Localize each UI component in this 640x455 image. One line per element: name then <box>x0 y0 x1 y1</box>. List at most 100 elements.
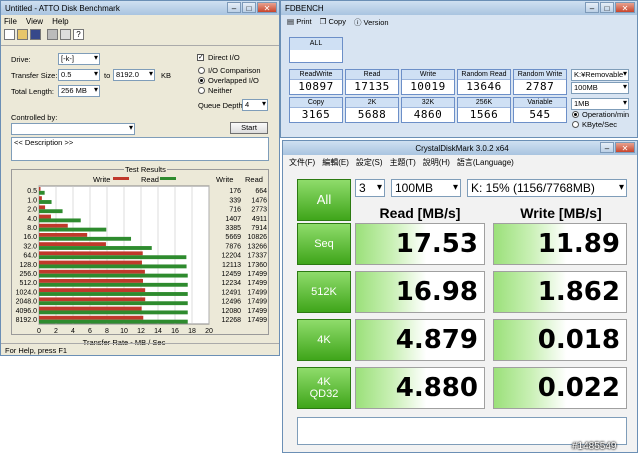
write-bar <box>39 288 146 293</box>
read-bar <box>39 264 187 269</box>
io-comparison-radio[interactable] <box>198 67 205 74</box>
maximize-icon[interactable]: □ <box>600 2 614 13</box>
size-select[interactable]: 100MB <box>391 179 461 197</box>
fdbench-cell-copy[interactable]: Copy 3165 <box>289 97 343 123</box>
fdbench-cell-label: 2K <box>346 98 398 108</box>
fdbench-cell-random-write[interactable]: Random Write 2787 <box>513 69 567 95</box>
io-comparison-label: I/O Comparison <box>208 66 261 75</box>
cdm-test-button[interactable]: 4K QD32 <box>297 367 351 409</box>
minimize-icon[interactable]: – <box>600 142 614 153</box>
read-header: Read [MB/s] <box>379 205 461 221</box>
atto-titlebar[interactable]: Untitled - ATTO Disk Benchmark – □ ✕ <box>1 1 279 15</box>
fdbench-titlebar[interactable]: FDBENCH – □ ✕ <box>281 1 637 15</box>
atto-window: Untitled - ATTO Disk Benchmark – □ ✕ Fil… <box>0 0 280 356</box>
fdbench-cell-read[interactable]: Read 17135 <box>345 69 399 95</box>
menu-edit[interactable]: 編輯(E) <box>322 157 349 168</box>
fdbench-drive-select[interactable]: K:¥Removable <box>571 69 629 81</box>
print-button[interactable]: ▤ Print <box>287 17 312 28</box>
y-tick-label: 2048.0 <box>16 299 38 306</box>
fdbench-cell-256k[interactable]: 256K 1566 <box>457 97 511 123</box>
fdbench-all-button[interactable]: ALL <box>289 37 343 63</box>
help-icon[interactable]: ? <box>73 29 84 40</box>
cdm-titlebar[interactable]: CrystalDiskMark 3.0.2 x64 – ✕ <box>283 141 637 155</box>
count-select[interactable]: 3 <box>355 179 385 197</box>
print-icon[interactable] <box>47 29 58 40</box>
read-value: 13266 <box>248 243 268 250</box>
menu-theme[interactable]: 主題(T) <box>390 157 416 168</box>
close-icon[interactable]: ✕ <box>257 2 277 13</box>
menu-file[interactable]: 文件(F) <box>289 157 315 168</box>
start-button[interactable]: Start <box>230 122 268 134</box>
maximize-icon[interactable]: □ <box>242 2 256 13</box>
close-icon[interactable]: ✕ <box>615 2 635 13</box>
new-icon[interactable] <box>4 29 15 40</box>
write-value: 1.862 <box>493 271 627 313</box>
cdm-test-button[interactable]: 4K <box>297 319 351 361</box>
atto-window-controls: – □ ✕ <box>227 2 277 13</box>
open-icon[interactable] <box>17 29 28 40</box>
read-value: 17499 <box>248 280 268 287</box>
read-bar <box>39 310 188 315</box>
y-tick-label: 16.0 <box>23 234 37 241</box>
menu-view[interactable]: View <box>26 17 43 26</box>
read-bar <box>39 236 132 241</box>
all-button[interactable]: All <box>297 179 351 221</box>
menu-settings[interactable]: 設定(S) <box>356 157 383 168</box>
read-value: 4.880 <box>355 367 485 409</box>
save-icon[interactable] <box>30 29 41 40</box>
fdbench-cell-label: Variable <box>514 98 566 108</box>
fdbench-cell-random-read[interactable]: Random Read 13646 <box>457 69 511 95</box>
fdbench-size2-select[interactable]: 1MB <box>571 98 629 110</box>
transfer-to-label: to <box>104 71 111 80</box>
drive-select[interactable]: [-k-] <box>58 53 100 65</box>
write-value: 12234 <box>222 280 242 287</box>
fdbench-cell-readwrite[interactable]: ReadWrite 10897 <box>289 69 343 95</box>
menu-help[interactable]: 說明(H) <box>423 157 450 168</box>
y-tick-label: 4096.0 <box>16 308 38 315</box>
preview-icon[interactable] <box>60 29 71 40</box>
drive-select[interactable]: K: 15% (1156/7768MB) <box>467 179 627 197</box>
write-value: 7876 <box>225 243 241 250</box>
write-value: 1407 <box>225 216 241 223</box>
close-icon[interactable]: ✕ <box>615 142 635 153</box>
minimize-icon[interactable]: – <box>585 2 599 13</box>
cdm-menubar: 文件(F) 編輯(E) 設定(S) 主題(T) 說明(H) 語言(Languag… <box>289 157 514 168</box>
fdbench-cell-value: 1566 <box>469 108 499 121</box>
transfer-to-select[interactable]: 8192.0 <box>113 69 155 81</box>
copy-button[interactable]: ❐ Copy <box>320 17 346 28</box>
operation-min-radio[interactable] <box>572 111 579 118</box>
version-button[interactable]: ⓘ Version <box>354 17 389 28</box>
direct-io-checkbox[interactable]: ✓ <box>197 54 204 61</box>
fdbench-cell-2k[interactable]: 2K 5688 <box>345 97 399 123</box>
fdbench-cell-variable[interactable]: Variable 545 <box>513 97 567 123</box>
controlled-by-select[interactable] <box>11 123 135 135</box>
read-value: 17499 <box>248 317 268 324</box>
read-bar <box>39 209 63 214</box>
fdbench-cell-label: ReadWrite <box>290 70 342 80</box>
transfer-from-select[interactable]: 0.5 <box>58 69 100 81</box>
description-box[interactable]: << Description >> <box>11 137 269 161</box>
menu-file[interactable]: File <box>4 17 17 26</box>
fdbench-cell-value: 5688 <box>357 108 387 121</box>
read-value: 664 <box>255 188 267 195</box>
cdm-test-button[interactable]: 512K <box>297 271 351 313</box>
queue-depth-select[interactable]: 4 <box>242 99 268 111</box>
all-label: ALL <box>290 38 342 50</box>
kbyte-sec-radio[interactable] <box>572 121 579 128</box>
menu-help[interactable]: Help <box>52 17 68 26</box>
overlapped-io-radio[interactable] <box>198 77 205 84</box>
minimize-icon[interactable]: – <box>227 2 241 13</box>
atto-menubar: File View Help <box>4 17 69 26</box>
fdbench-cell-value: 4860 <box>413 108 443 121</box>
fdbench-cell-32k[interactable]: 32K 4860 <box>401 97 455 123</box>
menu-language[interactable]: 語言(Language) <box>457 157 514 168</box>
fdbench-size1-select[interactable]: 100MB <box>571 82 629 94</box>
col-read-header: Read <box>245 175 263 184</box>
y-tick-label: 64.0 <box>23 253 37 260</box>
fdbench-cell-write[interactable]: Write 10019 <box>401 69 455 95</box>
cdm-test-button[interactable]: Seq <box>297 223 351 265</box>
total-length-select[interactable]: 256 MB <box>58 85 100 97</box>
y-tick-label: 2.0 <box>27 207 37 214</box>
write-bar <box>39 269 145 274</box>
neither-radio[interactable] <box>198 87 205 94</box>
